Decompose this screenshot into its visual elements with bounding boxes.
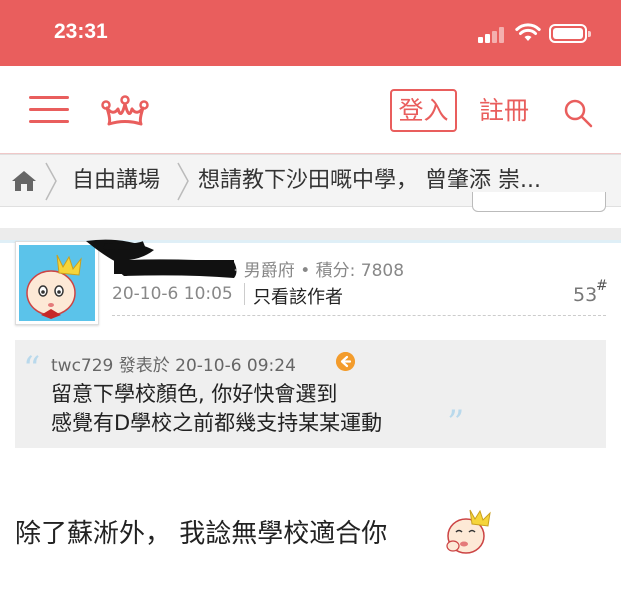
quote-open-icon: “	[23, 349, 41, 389]
quote-close-icon: ”	[447, 403, 465, 443]
crown-icon[interactable]	[101, 94, 149, 128]
status-bar: 23:31	[0, 0, 621, 66]
jump-to-post-icon[interactable]	[336, 352, 355, 371]
breadcrumb-separator-icon	[45, 162, 57, 201]
partial-button[interactable]	[472, 192, 606, 212]
quote-block: “ twc729 發表於 20-10-6 09:24 留意下學校顏色, 你好快會…	[15, 340, 606, 448]
baby-emoji-icon	[446, 509, 491, 554]
view-author-only-link[interactable]: 只看該作者	[253, 283, 343, 309]
register-link[interactable]: 註冊	[479, 93, 529, 129]
breadcrumb-separator-icon	[177, 162, 189, 201]
redacted-username	[86, 239, 237, 278]
user-rank: · 男爵府 • 積分: 7808	[233, 261, 405, 281]
post-date: 20-10-6 10:05	[112, 284, 233, 304]
post-body-text: 除了蘇淅外， 我諗無學校適合你	[15, 519, 388, 549]
date-divider	[244, 283, 245, 305]
quote-line: 留意下學校顏色, 你好快會選到	[51, 382, 338, 406]
home-icon[interactable]	[11, 169, 37, 193]
quote-author: twc729 發表於 20-10-6 09:24	[51, 356, 296, 376]
quote-line: 感覺有D學校之前都幾支持某某運動	[51, 411, 383, 435]
wifi-icon	[515, 23, 541, 41]
site-header: 登入 註冊	[0, 66, 621, 154]
hamburger-menu-icon[interactable]	[29, 96, 69, 124]
floor-number[interactable]: 53	[573, 284, 597, 306]
floor-hash: #	[596, 278, 608, 294]
breadcrumb-forum[interactable]: 自由講場	[72, 167, 160, 195]
status-time: 23:31	[54, 20, 108, 43]
breadcrumb-thread[interactable]: 想請教下沙田嘅中學， 曾肇添 崇...	[198, 167, 583, 195]
login-button[interactable]: 登入	[390, 89, 457, 132]
search-icon[interactable]	[563, 98, 593, 128]
post-header-divider	[112, 315, 606, 316]
signal-icon	[478, 27, 508, 43]
battery-icon	[549, 24, 591, 43]
